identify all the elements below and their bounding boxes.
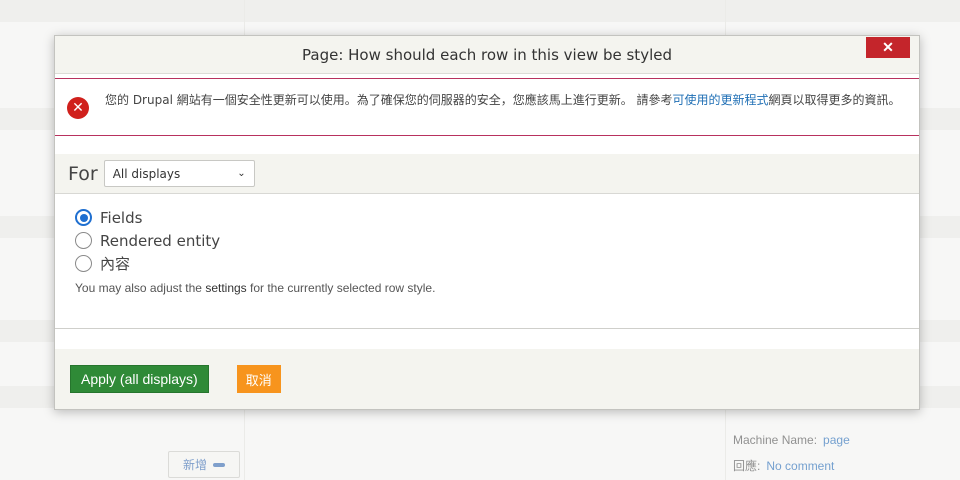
alert-message: 您的 Drupal 網站有一個安全性更新可以使用。為了確保您的伺服器的安全，您應… <box>105 91 901 110</box>
alert-text-after: 網頁以取得更多的資訊。 <box>768 93 901 107</box>
help-text-before: You may also adjust the <box>75 281 206 295</box>
row-style-dialog: Page: How should each row in this view b… <box>54 35 920 410</box>
cancel-button[interactable]: 取消 <box>236 365 281 393</box>
chevron-down-icon: ⌄ <box>237 168 246 179</box>
security-alert: ✕ 您的 Drupal 網站有一個安全性更新可以使用。為了確保您的伺服器的安全，… <box>55 78 919 136</box>
radio-content[interactable] <box>75 255 92 272</box>
dialog-titlebar: Page: How should each row in this view b… <box>55 36 919 74</box>
alert-text-before: 您的 Drupal 網站有一個安全性更新可以使用。為了確保您的伺服器的安全，您應… <box>105 93 673 107</box>
displays-select-value: All displays <box>112 166 181 181</box>
option-rendered-entity[interactable]: Rendered entity <box>75 229 919 252</box>
settings-link[interactable]: settings <box>205 281 246 295</box>
error-icon: ✕ <box>67 97 89 119</box>
footer-divider <box>55 328 919 329</box>
radio-rendered-entity[interactable] <box>75 232 92 249</box>
row-style-options: Fields Rendered entity 內容 You may also a… <box>55 194 919 295</box>
option-label: 內容 <box>100 255 131 273</box>
for-displays-row: For All displays ⌄ <box>55 154 919 194</box>
option-label: Rendered entity <box>100 231 221 250</box>
apply-button[interactable]: Apply (all displays) <box>70 365 209 393</box>
radio-fields[interactable] <box>75 209 92 226</box>
option-fields[interactable]: Fields <box>75 206 919 229</box>
available-updates-link[interactable]: 可使用的更新程式 <box>673 93 769 107</box>
displays-select[interactable]: All displays ⌄ <box>103 160 255 187</box>
dialog-footer: Apply (all displays) 取消 <box>55 349 919 409</box>
dialog-title: Page: How should each row in this view b… <box>302 45 672 64</box>
help-text: You may also adjust the settings for the… <box>75 281 919 295</box>
option-content[interactable]: 內容 <box>75 252 919 275</box>
help-text-after: for the currently selected row style. <box>246 281 436 295</box>
option-label: Fields <box>100 208 143 227</box>
close-button[interactable]: ✕ <box>866 37 910 58</box>
for-label: For <box>68 162 98 185</box>
